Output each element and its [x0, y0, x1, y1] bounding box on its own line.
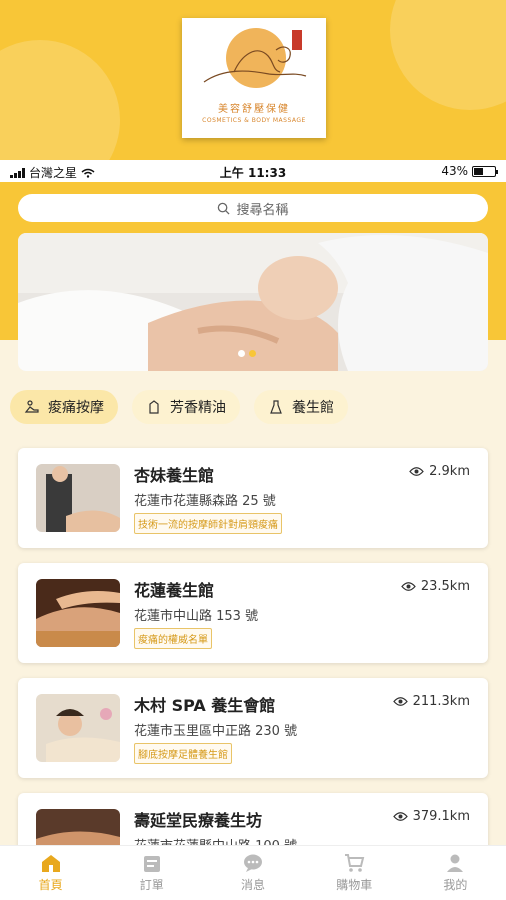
category-label: 芳香精油	[170, 400, 226, 416]
category-tabs: 痠痛按摩 芳香精油 養生館	[10, 390, 348, 424]
tab-label: 訂單	[139, 878, 164, 892]
promo-header: 美容舒壓保健 COSMETICS & BODY MASSAGE	[0, 0, 506, 160]
user-icon	[447, 854, 464, 872]
shop-name: 木村 SPA 養生會館	[134, 696, 276, 715]
shop-name: 杏妹養生館	[134, 466, 215, 485]
category-label: 痠痛按摩	[48, 400, 104, 416]
page-dot	[238, 350, 245, 357]
tab-label: 我的	[443, 878, 468, 892]
distance-value: 379.1km	[412, 809, 470, 824]
battery-icon	[472, 165, 498, 177]
tab-label: 購物車	[336, 878, 373, 892]
distance-value: 211.3km	[412, 694, 470, 709]
shop-card[interactable]: 花蓮養生館 23.5km 花蓮市中山路 153 號 痠痛的權威名單	[18, 563, 488, 663]
shop-name: 花蓮養生館	[134, 581, 215, 600]
shop-card[interactable]: 杏妹養生館 2.9km 花蓮市花蓮縣森路 25 號 技術一流的按摩師針對肩頸痠痛	[18, 448, 488, 548]
tab-profile[interactable]: 我的	[405, 846, 506, 900]
category-label: 養生館	[292, 400, 334, 416]
shop-tag: 腳底按摩足體養生館	[134, 743, 232, 764]
message-icon	[244, 854, 262, 872]
order-icon	[143, 856, 160, 872]
shop-address: 花蓮市花蓮縣森路 25 號	[134, 494, 276, 509]
shop-tag: 痠痛的權威名單	[134, 628, 212, 649]
eye-icon	[409, 467, 424, 476]
category-massage[interactable]: 痠痛按摩	[10, 390, 118, 424]
home-icon	[41, 855, 60, 872]
banner-pagination	[238, 350, 256, 357]
distance-value: 2.9km	[429, 464, 470, 479]
shop-card[interactable]: 木村 SPA 養生會館 211.3km 花蓮市玉里區中正路 230 號 腳底按摩…	[18, 678, 488, 778]
eye-icon	[392, 697, 408, 706]
shop-address: 花蓮市中山路 153 號	[134, 609, 259, 624]
tab-label: 首頁	[38, 878, 63, 892]
spa-icon	[270, 400, 282, 414]
category-oil[interactable]: 芳香精油	[132, 390, 240, 424]
bottom-tab-bar: 首頁 訂單 消息 購物車 我的	[0, 845, 506, 900]
decor-blob	[0, 40, 120, 160]
distance-value: 23.5km	[420, 579, 470, 594]
category-spa[interactable]: 養生館	[254, 390, 348, 424]
shop-thumbnail	[36, 579, 120, 647]
logo-illustration	[203, 28, 307, 88]
tab-cart[interactable]: 購物車	[304, 846, 405, 900]
tab-label: 消息	[241, 878, 266, 892]
battery-status: 43%	[441, 164, 498, 178]
oil-icon	[149, 400, 159, 414]
shop-thumbnail	[36, 464, 120, 532]
search-input[interactable]: 搜尋名稱	[18, 194, 488, 222]
shop-distance: 211.3km	[392, 694, 470, 709]
search-placeholder: 搜尋名稱	[236, 202, 289, 218]
tab-home[interactable]: 首頁	[0, 846, 101, 900]
shop-tag: 技術一流的按摩師針對肩頸痠痛	[134, 513, 282, 534]
battery-percent: 43%	[441, 164, 468, 178]
massage-icon	[24, 400, 39, 413]
tab-orders[interactable]: 訂單	[101, 846, 202, 900]
status-bar: 台灣之星 上午 11:33 43%	[0, 160, 506, 182]
search-icon	[218, 202, 231, 215]
eye-icon	[392, 812, 408, 821]
tab-messages[interactable]: 消息	[202, 846, 303, 900]
shop-name: 壽延堂民療養生坊	[134, 811, 263, 830]
logo-chinese-text: 美容舒壓保健	[218, 104, 290, 115]
logo-english-text: COSMETICS & BODY MASSAGE	[202, 117, 306, 124]
shop-distance: 2.9km	[409, 464, 470, 479]
cart-icon	[345, 854, 365, 872]
shop-thumbnail	[36, 694, 120, 762]
decor-blob	[390, 0, 506, 110]
brand-logo: 美容舒壓保健 COSMETICS & BODY MASSAGE	[182, 18, 326, 138]
page-dot-active	[249, 350, 256, 357]
shop-address: 花蓮市玉里區中正路 230 號	[134, 724, 298, 739]
eye-icon	[401, 582, 416, 591]
shop-distance: 379.1km	[392, 809, 470, 824]
shop-distance: 23.5km	[401, 579, 470, 594]
status-time: 上午 11:33	[219, 166, 287, 180]
